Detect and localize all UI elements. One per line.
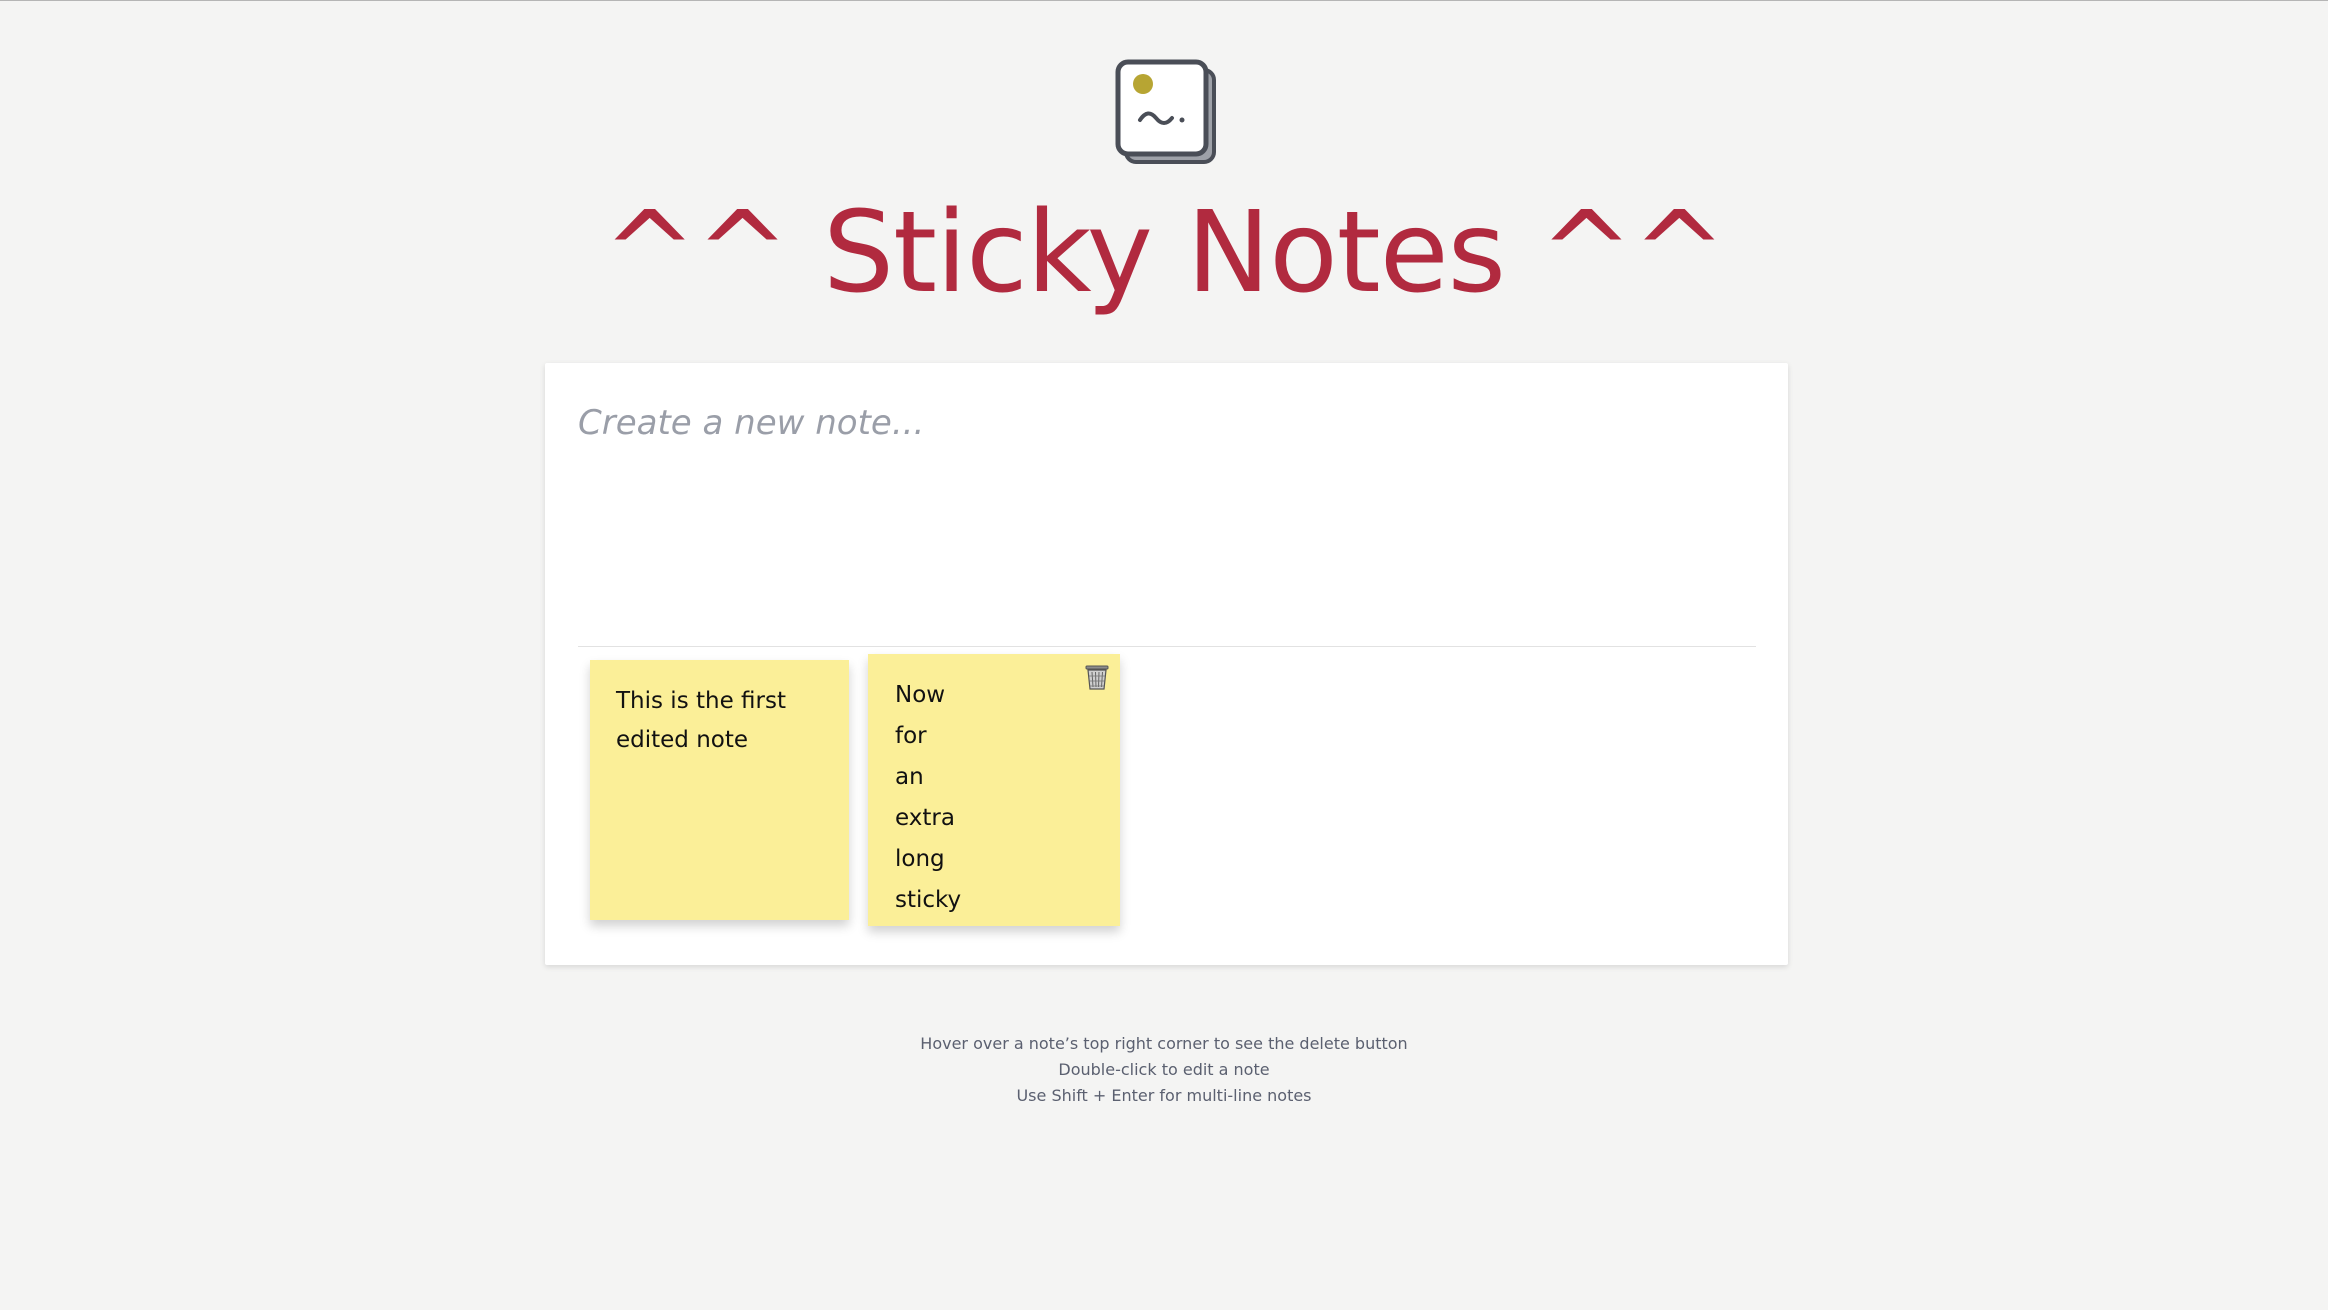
trash-can-icon[interactable] bbox=[1082, 662, 1112, 692]
note-text: This is the first edited note bbox=[616, 688, 794, 753]
sticky-note[interactable]: Now for an extra long sticky bbox=[868, 654, 1120, 926]
hint-multiline: Use Shift + Enter for multi-line notes bbox=[1016, 1086, 1312, 1105]
new-note-input[interactable] bbox=[578, 403, 1754, 603]
hint-delete: Hover over a note’s top right corner to … bbox=[920, 1034, 1408, 1053]
hint-edit: Double-click to edit a note bbox=[1058, 1060, 1270, 1079]
sticky-note-logo-icon bbox=[1115, 59, 1216, 164]
notes-board: This is the first edited note Now for an… bbox=[545, 363, 1788, 965]
window-top-border bbox=[0, 0, 2328, 1]
page-title: ^^ Sticky Notes ^^ bbox=[602, 188, 1727, 318]
divider bbox=[578, 646, 1756, 647]
sticky-note[interactable]: This is the first edited note bbox=[590, 660, 849, 920]
usage-hints: Hover over a note’s top right corner to … bbox=[0, 1031, 2328, 1109]
note-text: Now for an extra long sticky bbox=[895, 682, 962, 913]
